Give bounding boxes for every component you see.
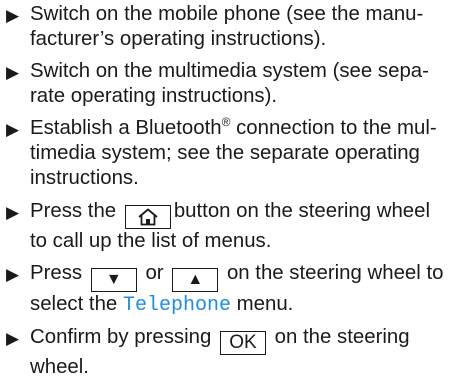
step-2-text: Switch on the multimedia system (see sep… — [30, 60, 429, 108]
step-3: ▶ Establish a Bluetooth® connection to t… — [4, 116, 459, 191]
step-4: ▶ Press the button on the steering wheel… — [4, 199, 459, 254]
bullet-arrow-icon: ▶ — [6, 264, 20, 284]
instruction-page: ▶ Switch on the mobile phone (see the ma… — [0, 0, 463, 378]
ok-key: OK — [220, 330, 266, 355]
bullet-arrow-icon: ▶ — [6, 120, 20, 140]
up-key: ▲ — [172, 267, 219, 292]
down-key: ▼ — [90, 267, 137, 292]
telephone-menu-label: Telephone — [122, 293, 231, 317]
bullet-arrow-icon: ▶ — [6, 202, 20, 222]
bullet-arrow-icon: ▶ — [6, 63, 20, 83]
step-4-text-a: Press the — [30, 199, 117, 222]
step-6: ▶ Confirm by pressing OK on the steering… — [4, 325, 459, 380]
home-icon — [138, 208, 158, 225]
step-6-text-a: Confirm by pressing — [30, 325, 212, 348]
step-5-text-or: or — [145, 261, 164, 284]
step-5-text-a: Press — [30, 261, 83, 284]
step-2: ▶ Switch on the multimedia system (see s… — [4, 59, 459, 109]
instruction-steps: ▶ Switch on the mobile phone (see the ma… — [4, 2, 459, 380]
bullet-arrow-icon: ▶ — [6, 6, 20, 25]
step-3-text-a: Establish a Bluetooth — [30, 117, 222, 140]
step-1: ▶ Switch on the mobile phone (see the ma… — [4, 2, 459, 52]
step-5-text-c: menu. — [236, 292, 294, 315]
step-5: ▶ Press ▼ or ▲ on the steering wheel to s… — [4, 261, 459, 318]
bullet-arrow-icon: ▶ — [6, 328, 20, 348]
step-1-text: Switch on the mobile phone (see the manu… — [30, 3, 424, 50]
home-key — [124, 204, 171, 229]
